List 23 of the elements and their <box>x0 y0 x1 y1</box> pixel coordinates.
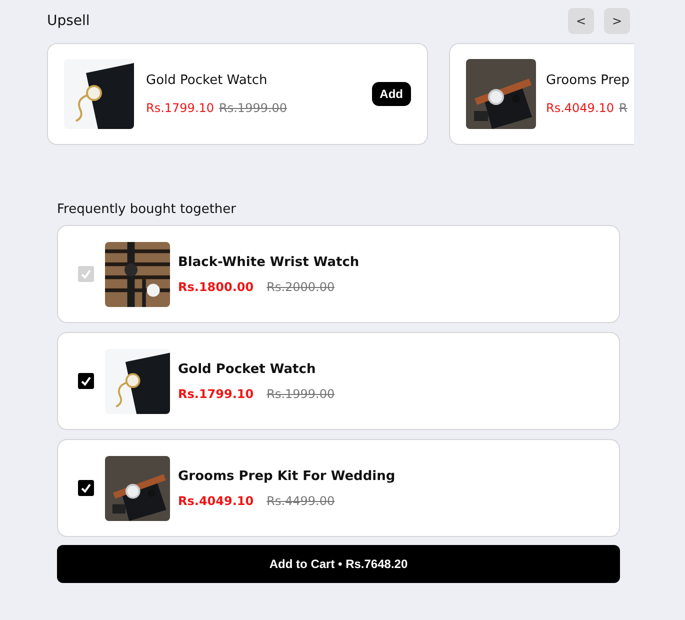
sale-price: Rs.1799.10 <box>178 386 254 400</box>
checkbox[interactable] <box>78 480 94 496</box>
product-name: Black-White Wrist Watch <box>178 254 360 270</box>
product-name: Grooms Prep <box>546 73 631 88</box>
sale-price: Rs.1800.00 <box>178 280 254 294</box>
sale-price: Rs.4049.10 <box>546 101 614 115</box>
original-price: Rs.1999.00 <box>219 101 288 115</box>
sale-price: Rs.1799.10 <box>146 101 214 115</box>
add-to-cart-button[interactable]: Add to Cart • Rs.7648.20 <box>57 545 620 583</box>
checkbox[interactable] <box>78 373 94 389</box>
sale-price: Rs.4049.10 <box>178 494 254 508</box>
section-title: Upsell <box>47 13 90 29</box>
product-name: Gold Pocket Watch <box>178 362 317 376</box>
original-price: R <box>619 101 628 115</box>
add-button[interactable]: Add <box>372 82 411 106</box>
next-button[interactable]: > <box>604 8 630 34</box>
original-price: Rs.2000.00 <box>266 280 335 294</box>
product-name: Grooms Prep Kit For Wedding <box>178 468 396 484</box>
previous-button[interactable]: < <box>568 8 594 34</box>
original-price: Rs.4499.00 <box>266 494 335 508</box>
original-price: Rs.1999.00 <box>266 386 335 400</box>
product-name: Gold Pocket Watch <box>146 73 268 88</box>
section-title: Frequently bought together <box>57 202 237 217</box>
